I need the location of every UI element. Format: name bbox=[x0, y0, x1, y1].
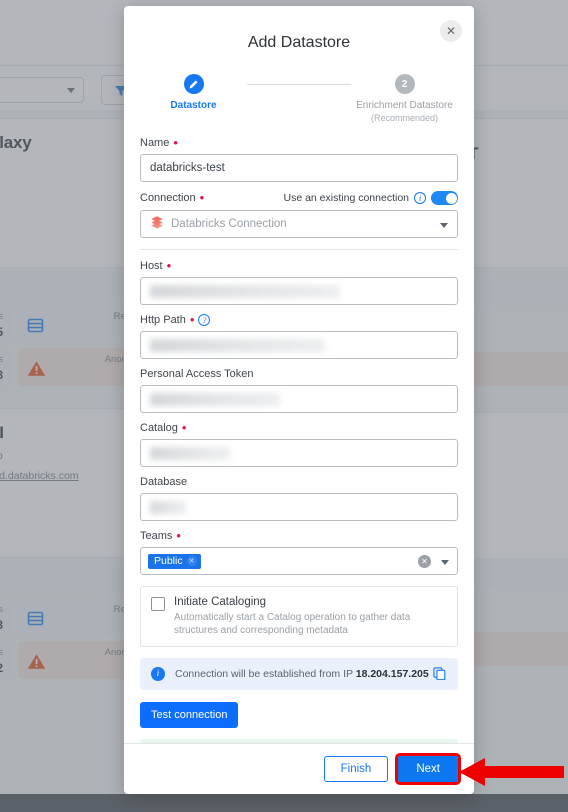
field-teams: Teams • Public ✕ ✕ bbox=[140, 528, 458, 575]
redacted-value bbox=[150, 339, 325, 352]
test-connection-button[interactable]: Test connection bbox=[140, 702, 239, 728]
page-title: Add Datastore bbox=[247, 34, 351, 51]
add-datastore-modal: ✕ Add Datastore Datastore 2 Enrichment D… bbox=[124, 6, 474, 794]
redacted-value bbox=[150, 501, 186, 514]
team-chip[interactable]: Public ✕ bbox=[148, 553, 201, 569]
catalog-input[interactable] bbox=[140, 439, 458, 467]
ip-address: 18.204.157.205 bbox=[355, 668, 429, 680]
clear-circle-icon[interactable]: ✕ bbox=[418, 555, 431, 568]
use-existing-connection-group: Use an existing connection i bbox=[283, 191, 458, 205]
section-divider bbox=[140, 249, 458, 250]
name-label: Name bbox=[140, 137, 170, 149]
field-label: Http Path • ? bbox=[140, 312, 458, 327]
step-sublabel: (Recommended) bbox=[370, 113, 439, 123]
name-input[interactable] bbox=[140, 154, 458, 182]
catalog-label: Catalog bbox=[140, 422, 178, 434]
field-personal-access-token: Personal Access Token bbox=[140, 368, 458, 413]
personal-access-token-input[interactable] bbox=[140, 385, 458, 413]
close-icon[interactable]: ✕ bbox=[440, 20, 462, 42]
step-label: Enrichment Datastore bbox=[356, 100, 453, 111]
help-circle-icon[interactable]: ? bbox=[198, 314, 211, 326]
finish-button[interactable]: Finish bbox=[323, 756, 389, 782]
http-path-label: Http Path bbox=[140, 314, 186, 326]
field-label: Connection • bbox=[140, 190, 205, 205]
required-marker: • bbox=[199, 190, 205, 205]
step-number: 2 bbox=[394, 74, 415, 94]
host-label: Host bbox=[140, 260, 163, 272]
personal-access-token-label: Personal Access Token bbox=[140, 368, 254, 380]
connection-select[interactable]: Databricks Connection bbox=[140, 210, 458, 238]
modal-footer: Finish Next bbox=[124, 743, 474, 794]
ip-banner-prefix: Connection will be established from IP bbox=[175, 668, 356, 680]
step-connector bbox=[247, 84, 351, 85]
use-existing-connection-label: Use an existing connection bbox=[283, 192, 410, 204]
redacted-value bbox=[150, 447, 230, 460]
pencil-icon bbox=[183, 74, 204, 94]
datastore-form: Name • Connection • Use an existing conn… bbox=[124, 123, 474, 743]
initiate-cataloging-checkbox[interactable] bbox=[151, 597, 165, 611]
info-icon[interactable]: i bbox=[414, 192, 426, 204]
required-marker: • bbox=[181, 420, 187, 435]
step-datastore[interactable]: Datastore bbox=[140, 74, 247, 111]
field-database: Database bbox=[140, 476, 458, 521]
toggle-knob bbox=[445, 192, 457, 204]
teams-label: Teams bbox=[140, 530, 173, 542]
database-label: Database bbox=[140, 476, 188, 488]
field-name: Name • bbox=[140, 135, 458, 182]
ip-banner-text: Connection will be established from IP 1… bbox=[175, 668, 429, 680]
connection-selected-value: Databricks Connection bbox=[171, 218, 287, 230]
stepper: Datastore 2 Enrichment Datastore (Recomm… bbox=[124, 74, 474, 123]
info-icon: i bbox=[151, 667, 165, 681]
http-path-input[interactable] bbox=[140, 331, 458, 359]
initiate-cataloging-description: Automatically start a Catalog operation … bbox=[174, 612, 411, 636]
host-input[interactable] bbox=[140, 277, 458, 305]
required-marker: • bbox=[189, 312, 195, 327]
annotation-arrow bbox=[459, 758, 564, 786]
field-http-path: Http Path • ? bbox=[140, 312, 458, 359]
field-catalog: Catalog • bbox=[140, 420, 458, 467]
chevron-down-icon bbox=[441, 560, 449, 565]
step-enrichment-datastore[interactable]: 2 Enrichment Datastore (Recommended) bbox=[351, 74, 458, 123]
redacted-value bbox=[150, 285, 340, 298]
required-marker: • bbox=[173, 135, 178, 150]
databricks-logo-icon bbox=[150, 215, 164, 234]
teams-multiselect[interactable]: Public ✕ ✕ bbox=[140, 547, 458, 575]
initiate-cataloging-block[interactable]: Initiate Cataloging Automatically start … bbox=[140, 586, 458, 647]
chevron-down-icon bbox=[440, 223, 448, 228]
copy-icon[interactable] bbox=[433, 667, 446, 685]
use-existing-connection-toggle[interactable] bbox=[431, 191, 458, 205]
next-button[interactable]: Next bbox=[395, 753, 461, 785]
remove-chip-icon[interactable]: ✕ bbox=[186, 556, 197, 566]
team-chip-label: Public bbox=[154, 555, 183, 567]
field-label: Database bbox=[140, 476, 458, 488]
field-label: Teams • bbox=[140, 528, 458, 543]
redacted-value bbox=[150, 393, 280, 406]
ip-info-banner: i Connection will be established from IP… bbox=[140, 658, 458, 690]
database-input[interactable] bbox=[140, 493, 458, 521]
required-marker: • bbox=[166, 258, 172, 273]
initiate-cataloging-title: Initiate Cataloging bbox=[174, 596, 267, 608]
step-label: Datastore bbox=[170, 100, 217, 111]
field-connection: Connection • Use an existing connection … bbox=[140, 191, 458, 238]
field-label: Name • bbox=[140, 135, 458, 150]
connection-label: Connection bbox=[140, 192, 196, 204]
field-label: Host • bbox=[140, 258, 458, 273]
field-host: Host • bbox=[140, 258, 458, 305]
field-label: Personal Access Token bbox=[140, 368, 458, 380]
field-label: Catalog • bbox=[140, 420, 458, 435]
required-marker: • bbox=[176, 528, 181, 543]
